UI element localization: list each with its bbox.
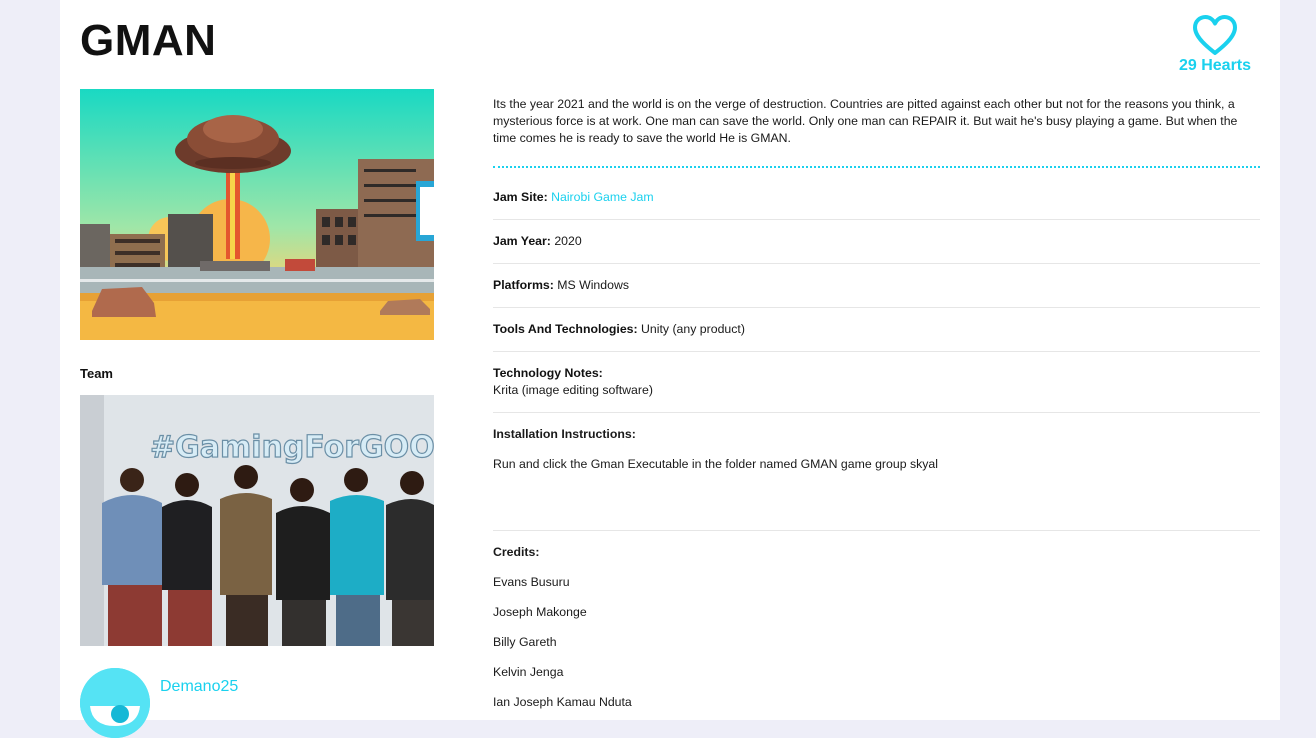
technology-notes-field: Technology Notes: Krita (image editing s…	[493, 352, 1260, 413]
platforms-label: Platforms:	[493, 278, 554, 292]
jam-site-link[interactable]: Nairobi Game Jam	[551, 190, 654, 204]
credit-item: Ian Joseph Kamau Nduta	[493, 695, 632, 709]
technology-notes-label: Technology Notes:	[493, 366, 603, 380]
member-name-link[interactable]: Demano25	[160, 678, 238, 696]
heart-outline-icon	[1193, 15, 1237, 55]
tools-label: Tools And Technologies:	[493, 322, 638, 336]
tools-value: Unity (any product)	[641, 322, 745, 336]
svg-text:#GamingForGOOD: #GamingForGOOD	[150, 430, 434, 465]
credit-item: Evans Busuru	[493, 575, 570, 589]
jam-year-value: 2020	[554, 234, 582, 248]
team-photo: #GamingForGOOD	[80, 395, 434, 646]
jam-year-label: Jam Year:	[493, 234, 551, 248]
team-heading: Team	[80, 366, 113, 381]
hearts-button[interactable]: 29 Hearts	[1170, 14, 1260, 75]
page-title: GMAN	[80, 16, 217, 65]
jam-site-field: Jam Site: Nairobi Game Jam	[493, 168, 1260, 220]
installation-field: Installation Instructions: Run and click…	[493, 413, 1260, 531]
installation-label: Installation Instructions:	[493, 427, 636, 441]
credit-item: Billy Gareth	[493, 635, 557, 649]
tools-field: Tools And Technologies: Unity (any produ…	[493, 308, 1260, 352]
technology-notes-value: Krita (image editing software)	[493, 383, 653, 397]
jam-site-label: Jam Site:	[493, 190, 548, 204]
game-description: Its the year 2021 and the world is on th…	[493, 96, 1260, 168]
hearts-count: 29 Hearts	[1178, 57, 1252, 74]
platforms-value: MS Windows	[557, 278, 629, 292]
game-details: Its the year 2021 and the world is on th…	[493, 96, 1260, 711]
avatar[interactable]	[80, 668, 150, 738]
jam-year-field: Jam Year: 2020	[493, 220, 1260, 264]
game-cover-image	[80, 89, 434, 340]
game-page: GMAN 29 Hearts Team #GamingForGOOD Deman…	[60, 0, 1280, 738]
credits-section: Credits: Evans Busuru Joseph Makonge Bil…	[493, 531, 1260, 711]
team-member[interactable]: Demano25	[80, 668, 434, 738]
credit-item: Joseph Makonge	[493, 605, 587, 619]
installation-text: Run and click the Gman Executable in the…	[493, 457, 938, 471]
credit-item: Kelvin Jenga	[493, 665, 564, 679]
platforms-field: Platforms: MS Windows	[493, 264, 1260, 308]
credits-label: Credits:	[493, 545, 540, 559]
